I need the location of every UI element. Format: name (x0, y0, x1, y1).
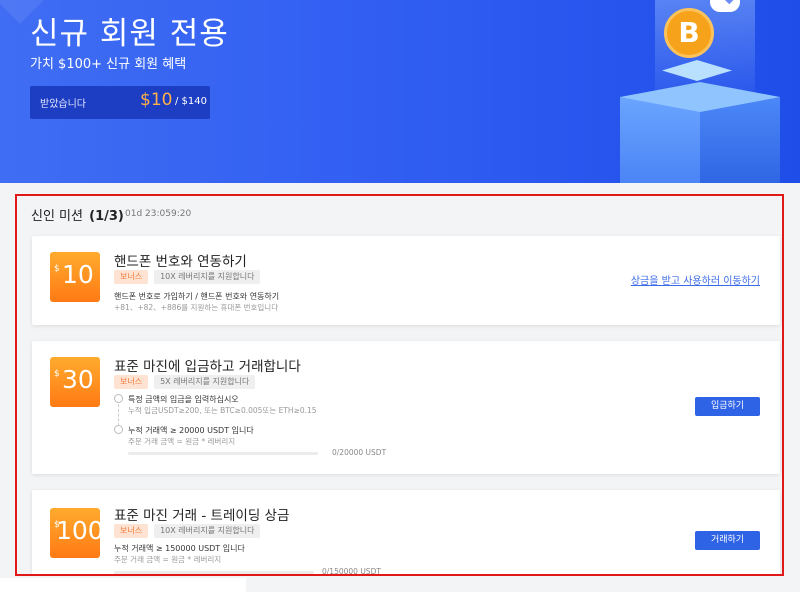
step-circle-icon (114, 394, 123, 403)
reward-currency: $ (54, 369, 60, 379)
mission-condition: 핸드폰 번호로 가입하기 / 핸드폰 번호와 연동하기 (114, 292, 280, 301)
missions-timer: 01d 23:059:20 (125, 209, 192, 219)
mission-condition: 누적 거래액 ≥ 150000 USDT 입니다 (114, 544, 245, 553)
reward-currency: $ (54, 264, 60, 274)
received-total: / $140 (175, 96, 207, 107)
leverage-tag: 10X 레버리지를 지원합니다 (154, 270, 261, 284)
reward-amount: 100 (56, 516, 104, 545)
mission-card-trading: $ 100 표준 마진 거래 - 트레이딩 상금 보너스 10X 레버리지를 지… (32, 490, 780, 576)
trade-volume-note: 주문 거래 금액 = 원금 * 레버리지 (128, 437, 236, 446)
mission-card-deposit: $ 30 표준 마진에 입금하고 거래합니다 보너스 5X 레버리지를 지원합니… (32, 341, 780, 474)
trade-volume-step: 누적 거래액 ≥ 20000 USDT 입니다 (128, 426, 254, 435)
trade-button[interactable]: 거래하기 (695, 531, 760, 550)
mission-title: 핸드폰 번호와 연동하기 (114, 254, 247, 270)
leverage-tag: 5X 레버리지를 지원합니다 (154, 375, 256, 389)
received-amount: $10 (140, 90, 173, 110)
step-connector (118, 404, 119, 426)
deposit-step-note: 누적 입금USDT≥200, 또는 BTC≥0.005또는 ETH≥0.15 (128, 406, 317, 415)
bottom-strip (0, 578, 800, 592)
deposit-step: 특정 금액의 입금을 입력하십시오 (128, 395, 239, 404)
step-circle-icon (114, 425, 123, 434)
page-title: 신규 회원 전용 (30, 16, 229, 52)
bitcoin-illustration: B (600, 0, 800, 183)
claim-reward-link[interactable]: 상금을 받고 사용하러 이동하기 (631, 272, 760, 287)
reward-badge: $ 30 (50, 357, 100, 407)
newbie-missions-panel: 신인 미션 (1/3) 01d 23:059:20 $ 10 핸드폰 번호와 연… (15, 194, 784, 576)
reward-amount: 10 (62, 260, 94, 289)
bitcoin-icon: B (664, 8, 714, 58)
pillar-right (700, 97, 780, 183)
bonus-tag: 보너스 (114, 375, 149, 389)
mission-title: 표준 마진 거래 - 트레이딩 상금 (114, 508, 290, 524)
mission-condition-note: +81、+82、+886를 지원하는 휴대폰 번호입니다 (114, 303, 279, 312)
mission-card-phone: $ 10 핸드폰 번호와 연동하기 보너스 10X 레버리지를 지원합니다 핸드… (32, 236, 780, 325)
ethereum-icon (710, 0, 740, 12)
bonus-tag: 보너스 (114, 270, 149, 284)
mission-condition-note: 주문 거래 금액 = 원금 * 레버리지 (114, 555, 222, 564)
reward-badge: $ 10 (50, 252, 100, 302)
progress-bar (128, 452, 318, 455)
mission-tags: 보너스 10X 레버리지를 지원합니다 (114, 524, 261, 538)
missions-heading-text: 신인 미션 (31, 209, 83, 224)
mission-tags: 보너스 10X 레버리지를 지원합니다 (114, 270, 261, 284)
received-label: 받았습니다 (40, 99, 86, 110)
leverage-tag: 10X 레버리지를 지원합니다 (154, 524, 261, 538)
banner-subtitle: 가치 $100+ 신규 회원 혜택 (30, 57, 187, 72)
missions-heading: 신인 미션 (1/3) (31, 205, 124, 224)
reward-amount: 30 (62, 365, 94, 394)
progress-label: 0/150000 USDT (322, 567, 381, 576)
mission-title: 표준 마진에 입금하고 거래합니다 (114, 359, 301, 375)
bottom-strip-left (0, 578, 246, 592)
missions-progress: (1/3) (89, 209, 124, 224)
progress-bar (114, 571, 314, 574)
reward-badge: $ 100 (50, 508, 104, 558)
pillar-left (620, 97, 700, 183)
bonus-tag: 보너스 (114, 524, 149, 538)
promo-banner: 신규 회원 전용 가치 $100+ 신규 회원 혜택 받았습니다 $10 / $… (0, 0, 800, 183)
progress-label: 0/20000 USDT (332, 448, 387, 457)
received-summary: 받았습니다 $10 / $140 (30, 86, 210, 119)
deposit-button[interactable]: 입금하기 (695, 397, 760, 416)
mission-tags: 보너스 5X 레버리지를 지원합니다 (114, 375, 256, 389)
